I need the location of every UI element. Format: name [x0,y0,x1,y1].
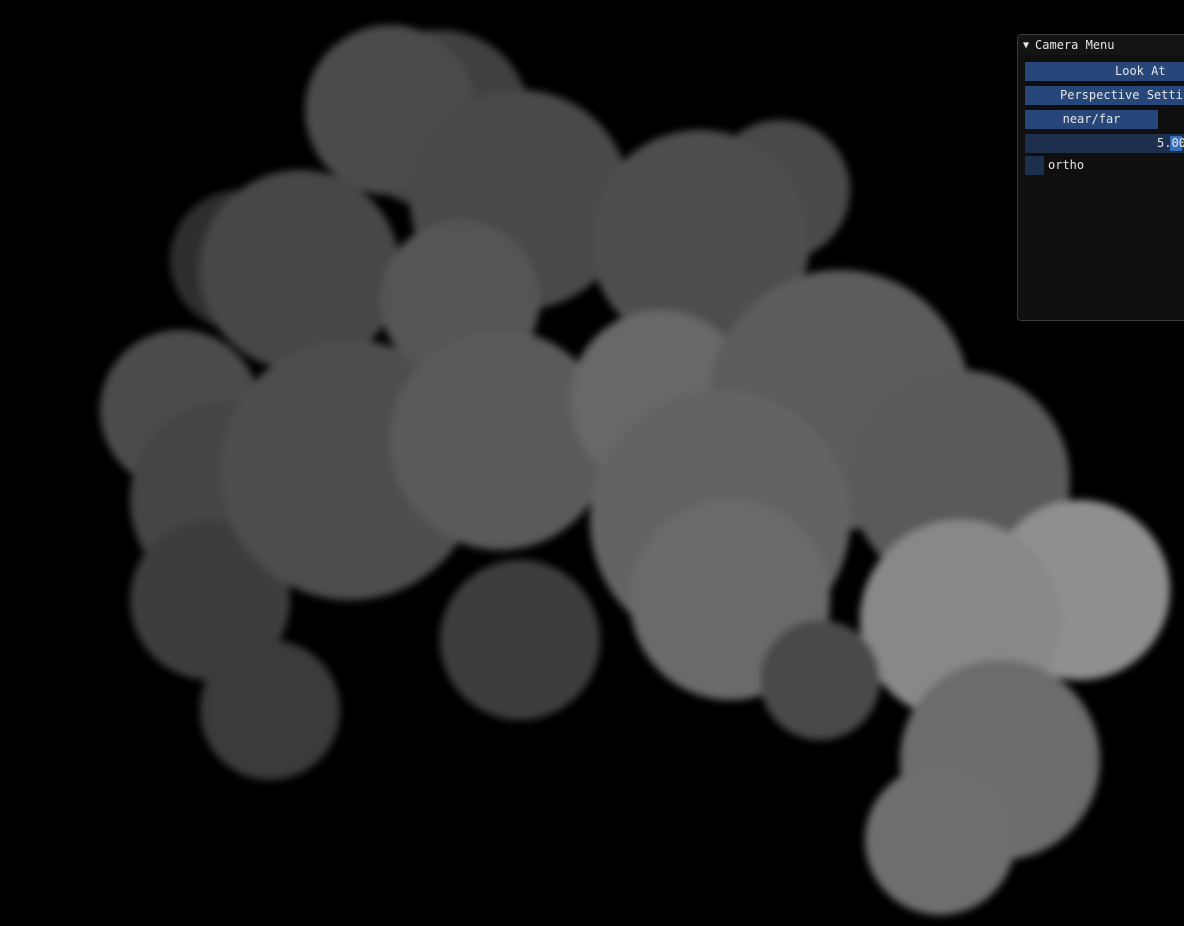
ortho-checkbox[interactable] [1025,156,1044,175]
collapse-triangle-icon[interactable]: ▼ [1023,40,1029,51]
slider-value: 5.00 [1157,136,1184,150]
look-at-button[interactable]: Look At [1025,62,1184,81]
perspective-settings-button[interactable]: Perspective Settin [1025,86,1184,105]
camera-menu-window[interactable]: ▼ Camera Menu Look At Perspective Settin… [1017,34,1184,321]
near-far-slider[interactable]: 5.00 [1025,134,1184,153]
camera-menu-titlebar[interactable]: ▼ Camera Menu [1018,35,1184,55]
camera-menu-title: Camera Menu [1035,38,1115,52]
near-far-button[interactable]: near/far [1025,110,1158,129]
3d-viewport[interactable] [0,0,1184,926]
molecule-surface-render [100,25,1170,915]
ortho-label: ortho [1048,158,1085,172]
